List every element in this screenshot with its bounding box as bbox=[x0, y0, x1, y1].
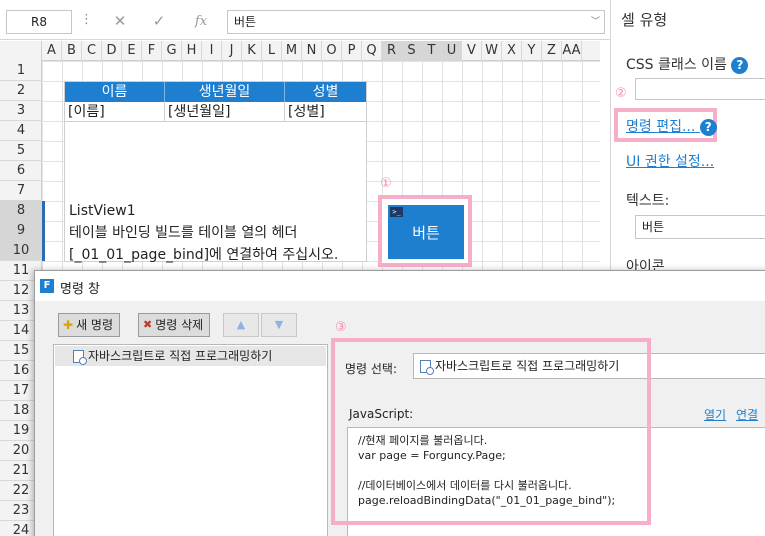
listview-cell-name: [이름] bbox=[65, 102, 165, 122]
fx-icon[interactable]: fx bbox=[190, 9, 212, 33]
column-header[interactable]: G bbox=[162, 41, 182, 61]
row-header[interactable]: 9 bbox=[0, 221, 42, 241]
row-header[interactable]: 1 bbox=[0, 61, 42, 81]
connect-link[interactable]: 연결 bbox=[736, 406, 758, 423]
command-window: F 명령 창 ✚ 새 명령 ✖ 명령 삭제 ▲ ▼ 자바스크립트로 직접 프로그… bbox=[34, 270, 765, 536]
row-header[interactable]: 6 bbox=[0, 161, 42, 181]
help-icon[interactable]: ? bbox=[731, 56, 749, 74]
listview-header: 이름 생년월일 성별 bbox=[65, 82, 366, 102]
move-up-icon[interactable]: ▲ bbox=[223, 313, 259, 337]
formula-input[interactable]: 버튼 ﹀ bbox=[227, 10, 605, 34]
column-header[interactable]: V bbox=[462, 41, 482, 61]
formula-value: 버튼 bbox=[234, 15, 257, 29]
help-icon[interactable]: ? bbox=[699, 118, 717, 136]
chevron-down-icon[interactable]: ﹀ bbox=[591, 11, 600, 33]
column-header[interactable]: Z bbox=[542, 41, 562, 61]
listview[interactable]: 이름 생년월일 성별 [이름] [생년월일] [성별] ListView1 테이… bbox=[64, 81, 367, 263]
listview-header-gender: 성별 bbox=[312, 84, 339, 100]
column-header[interactable]: N bbox=[302, 41, 322, 61]
text-label: 텍스트: bbox=[626, 193, 670, 209]
row-header[interactable]: 8 bbox=[0, 201, 42, 221]
button-highlight-frame: >_ 버튼 bbox=[378, 195, 472, 267]
column-header[interactable]: D bbox=[102, 41, 122, 61]
list-item[interactable]: 자바스크립트로 직접 프로그래밍하기 bbox=[55, 346, 326, 366]
row-header[interactable]: 5 bbox=[0, 141, 42, 161]
window-titlebar[interactable]: F 명령 창 bbox=[35, 271, 765, 301]
column-header[interactable]: F bbox=[142, 41, 162, 61]
column-header[interactable]: X bbox=[502, 41, 522, 61]
more-options-icon[interactable]: ⋮ bbox=[80, 12, 93, 27]
column-header[interactable]: Q bbox=[362, 41, 382, 61]
edit-command-label: 명령 편집... bbox=[626, 119, 696, 135]
column-header[interactable]: E bbox=[122, 41, 142, 61]
column-header[interactable]: Y bbox=[522, 41, 542, 61]
open-link[interactable]: 열기 bbox=[704, 406, 726, 423]
column-header[interactable]: W bbox=[482, 41, 502, 61]
edit-command-link[interactable]: 명령 편집... ? bbox=[626, 116, 717, 136]
name-box[interactable]: R8 bbox=[6, 10, 72, 34]
listview-header-name: 이름 bbox=[65, 82, 165, 102]
delete-command-label: 명령 삭제 bbox=[155, 318, 204, 332]
command-list[interactable]: 자바스크립트로 직접 프로그래밍하기 bbox=[53, 344, 328, 536]
column-header[interactable]: L bbox=[262, 41, 282, 61]
new-command-icon: ✚ bbox=[63, 318, 74, 332]
column-header[interactable]: S bbox=[402, 41, 422, 61]
row-header[interactable]: 7 bbox=[0, 181, 42, 201]
listview-row[interactable]: [이름] [생년월일] [성별] bbox=[65, 102, 366, 122]
app-logo-icon: F bbox=[40, 279, 54, 293]
ui-permission-link[interactable]: UI 권한 설정... bbox=[626, 151, 714, 171]
column-headers: A B C D E F G H I J K L M N O P Q R S T U V W X Y Z AA bbox=[0, 41, 600, 61]
text-input[interactable]: 버튼 bbox=[635, 215, 765, 239]
css-class-label: CSS 클래스 이름 ? bbox=[626, 54, 749, 74]
row-header[interactable]: 10 bbox=[0, 241, 42, 261]
button-cell-label: 버튼 bbox=[412, 223, 440, 242]
column-header[interactable]: O bbox=[322, 41, 342, 61]
column-header[interactable]: H bbox=[182, 41, 202, 61]
column-header[interactable]: AA bbox=[562, 41, 582, 61]
row-header[interactable]: 3 bbox=[0, 101, 42, 121]
column-header[interactable]: R bbox=[382, 41, 402, 61]
row-header[interactable]: 2 bbox=[0, 81, 42, 101]
column-header[interactable]: P bbox=[342, 41, 362, 61]
move-down-icon[interactable]: ▼ bbox=[261, 313, 297, 337]
column-header[interactable]: J bbox=[222, 41, 242, 61]
column-header[interactable]: T bbox=[422, 41, 442, 61]
new-command-label: 새 명령 bbox=[76, 318, 113, 332]
step-marker-3: ③ bbox=[335, 320, 347, 335]
delete-command-icon: ✖ bbox=[143, 318, 153, 331]
listview-hint-line2: [_01_01_page_bind]에 연결하여 주십시오. bbox=[69, 247, 339, 263]
column-header[interactable]: I bbox=[202, 41, 222, 61]
css-class-label-text: CSS 클래스 이름 bbox=[626, 57, 727, 73]
formula-bar: R8 ⋮ ✕ ✓ fx 버튼 ﹀ bbox=[0, 0, 610, 40]
select-all-corner[interactable] bbox=[0, 41, 42, 61]
window-title: 명령 창 bbox=[60, 282, 101, 297]
css-class-input[interactable] bbox=[635, 78, 765, 100]
column-header[interactable]: A bbox=[42, 41, 62, 61]
listview-cell-gender: [성별] bbox=[285, 102, 366, 122]
step-marker-2: ② bbox=[615, 86, 627, 101]
listview-name: ListView1 bbox=[69, 203, 136, 219]
row-header[interactable]: 4 bbox=[0, 121, 42, 141]
command-detail-highlight-frame bbox=[331, 338, 651, 525]
button-cell[interactable]: >_ 버튼 bbox=[388, 205, 464, 259]
confirm-icon[interactable]: ✓ bbox=[148, 9, 170, 33]
column-header[interactable]: K bbox=[242, 41, 262, 61]
script-icon bbox=[73, 349, 87, 365]
listview-header-birthdate: 생년월일 bbox=[165, 82, 285, 102]
column-header[interactable]: C bbox=[82, 41, 102, 61]
list-item-label: 자바스크립트로 직접 프로그래밍하기 bbox=[88, 349, 273, 363]
panel-title: 셀 유형 bbox=[621, 11, 668, 29]
row-selection-marker bbox=[42, 201, 45, 261]
column-header[interactable]: B bbox=[62, 41, 82, 61]
column-header[interactable]: U bbox=[442, 41, 462, 61]
new-command-button[interactable]: ✚ 새 명령 bbox=[58, 313, 120, 337]
delete-command-button[interactable]: ✖ 명령 삭제 bbox=[138, 313, 211, 337]
step-marker-1: ① bbox=[380, 176, 392, 191]
listview-cell-birthdate: [생년월일] bbox=[165, 102, 285, 122]
button-celltype-icon: >_ bbox=[390, 207, 403, 217]
cancel-icon[interactable]: ✕ bbox=[109, 9, 131, 33]
listview-hint-line1: 테이블 바인딩 빌드를 테이블 열의 헤더 bbox=[69, 225, 298, 241]
column-header[interactable]: M bbox=[282, 41, 302, 61]
